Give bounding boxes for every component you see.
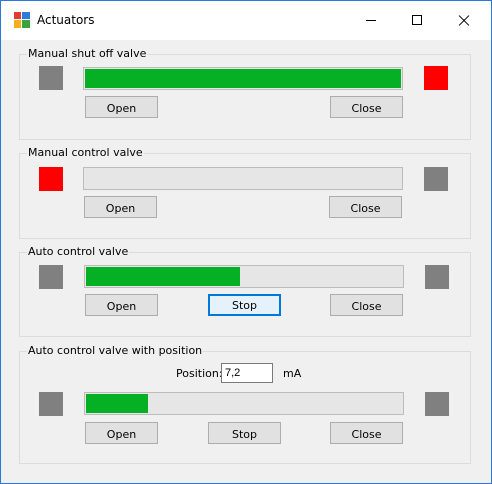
actuators-window: Actuators Manual shut off valve Open Clo…	[0, 0, 492, 484]
stop-button[interactable]: Stop	[208, 422, 281, 444]
group-title: Auto control valve with position	[27, 344, 204, 357]
close-button[interactable]: Close	[330, 294, 403, 316]
window-title: Actuators	[37, 13, 95, 27]
open-button[interactable]: Open	[85, 96, 158, 118]
left-status-indicator	[39, 392, 63, 416]
minimize-button[interactable]	[348, 1, 394, 40]
maximize-button[interactable]	[394, 1, 440, 40]
valve-progress-bar	[84, 392, 404, 415]
left-status-indicator	[39, 66, 63, 90]
close-button[interactable]: Close	[329, 196, 402, 218]
position-input[interactable]	[221, 363, 273, 383]
valve-progress-bar	[84, 265, 404, 288]
progress-fill	[86, 267, 240, 286]
group-manual-control-valve: Manual control valve Open Close	[19, 146, 471, 239]
minimize-icon	[366, 20, 376, 21]
progress-fill	[85, 69, 401, 88]
right-status-indicator	[424, 66, 448, 90]
position-label: Position:	[176, 367, 223, 380]
progress-fill	[86, 394, 148, 413]
group-auto-control-valve-with-position: Auto control valve with position Positio…	[19, 344, 471, 464]
left-status-indicator	[39, 167, 63, 191]
stop-button[interactable]: Stop	[208, 294, 281, 316]
open-button[interactable]: Open	[85, 294, 158, 316]
group-title: Auto control valve	[27, 245, 130, 258]
right-status-indicator	[425, 265, 449, 289]
close-button[interactable]: Close	[330, 422, 403, 444]
valve-progress-bar	[83, 67, 403, 90]
close-window-button[interactable]	[440, 1, 486, 40]
title-bar[interactable]: Actuators	[1, 1, 491, 40]
valve-progress-bar	[83, 167, 403, 190]
right-status-indicator	[425, 392, 449, 416]
left-status-indicator	[39, 265, 63, 289]
open-button[interactable]: Open	[84, 196, 157, 218]
group-title: Manual shut off valve	[27, 47, 148, 60]
right-status-indicator	[424, 167, 448, 191]
group-title: Manual control valve	[27, 146, 144, 159]
maximize-icon	[412, 15, 422, 25]
close-button[interactable]: Close	[330, 96, 403, 118]
open-button[interactable]: Open	[85, 422, 158, 444]
group-auto-control-valve: Auto control valve Open Stop Close	[19, 245, 471, 337]
position-unit-label: mA	[283, 367, 302, 380]
group-manual-shut-off-valve: Manual shut off valve Open Close	[19, 47, 471, 140]
app-icon	[14, 12, 30, 28]
